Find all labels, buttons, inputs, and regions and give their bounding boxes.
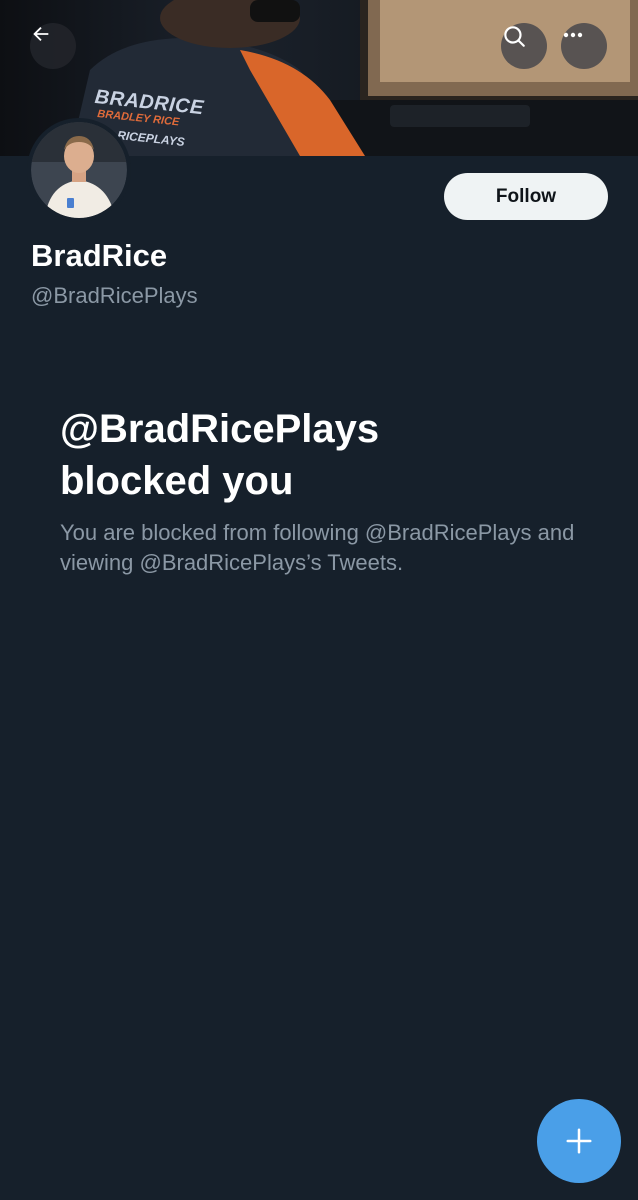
blocked-heading-line1: @BradRicePlays [60, 407, 380, 451]
blocked-heading-line2: blocked you [60, 459, 294, 503]
compose-tweet-button[interactable] [537, 1099, 621, 1183]
username-handle: @BradRicePlays [31, 283, 198, 308]
avatar[interactable] [27, 118, 131, 222]
follow-button[interactable]: Follow [444, 173, 608, 220]
blocked-heading: @BradRicePlays blocked you [60, 403, 580, 507]
search-button[interactable] [501, 23, 547, 69]
more-horizontal-icon [563, 32, 583, 38]
display-name: BradRice [31, 238, 168, 273]
avatar-image [31, 122, 127, 218]
more-options-button[interactable] [561, 23, 607, 69]
search-icon [504, 26, 525, 47]
blocked-description: You are blocked from following @BradRice… [60, 520, 575, 575]
plus-icon [566, 1128, 592, 1154]
back-button[interactable] [30, 23, 76, 69]
arrow-left-icon [33, 26, 49, 42]
profile-screen: BRADRICE BRADLEY RICE RICEPLAYS Follow B… [0, 0, 638, 1200]
